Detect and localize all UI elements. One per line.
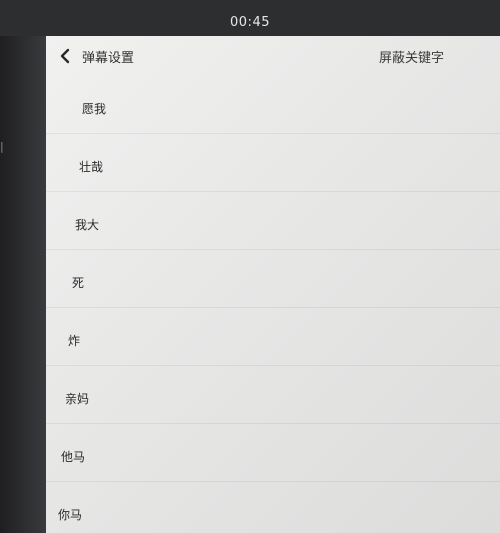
bezel-marker: |	[0, 140, 4, 153]
keyword-text: 你马	[58, 508, 83, 522]
keyword-text: 他马	[61, 450, 86, 464]
back-button[interactable]: 弹幕设置	[58, 44, 134, 68]
chevron-left-icon	[60, 48, 70, 64]
keyword-row[interactable]: 炸	[46, 308, 500, 366]
keyword-row[interactable]: 死	[46, 250, 500, 308]
keyword-text: 愿我	[82, 102, 107, 116]
page-title: 屏蔽关键字	[378, 51, 444, 66]
back-label: 弹幕设置	[82, 50, 135, 66]
keyword-row[interactable]: 壮哉	[46, 134, 500, 192]
keyword-row[interactable]: 我大	[46, 192, 500, 250]
device-bezel: |	[0, 36, 46, 533]
navigation-bar: 弹幕设置 屏蔽关键字	[46, 36, 500, 76]
keyword-row[interactable]: 你马	[46, 482, 500, 533]
keyword-list: 愿我 壮哉 我大 死 炸 亲妈 他马 你马	[46, 76, 500, 533]
keyword-text: 亲妈	[65, 392, 90, 406]
app-screen: 弹幕设置 屏蔽关键字 愿我 壮哉 我大 死 炸 亲妈 他马 你马	[46, 36, 500, 533]
status-time: 00:45	[230, 15, 270, 30]
status-bar: 00:45	[0, 0, 500, 36]
keyword-row[interactable]: 亲妈	[46, 366, 500, 424]
keyword-row[interactable]: 愿我	[46, 76, 500, 134]
keyword-row[interactable]: 他马	[46, 424, 500, 482]
keyword-text: 死	[72, 276, 85, 290]
keyword-text: 炸	[68, 334, 81, 348]
keyword-text: 壮哉	[79, 160, 104, 174]
keyword-text: 我大	[75, 218, 100, 232]
